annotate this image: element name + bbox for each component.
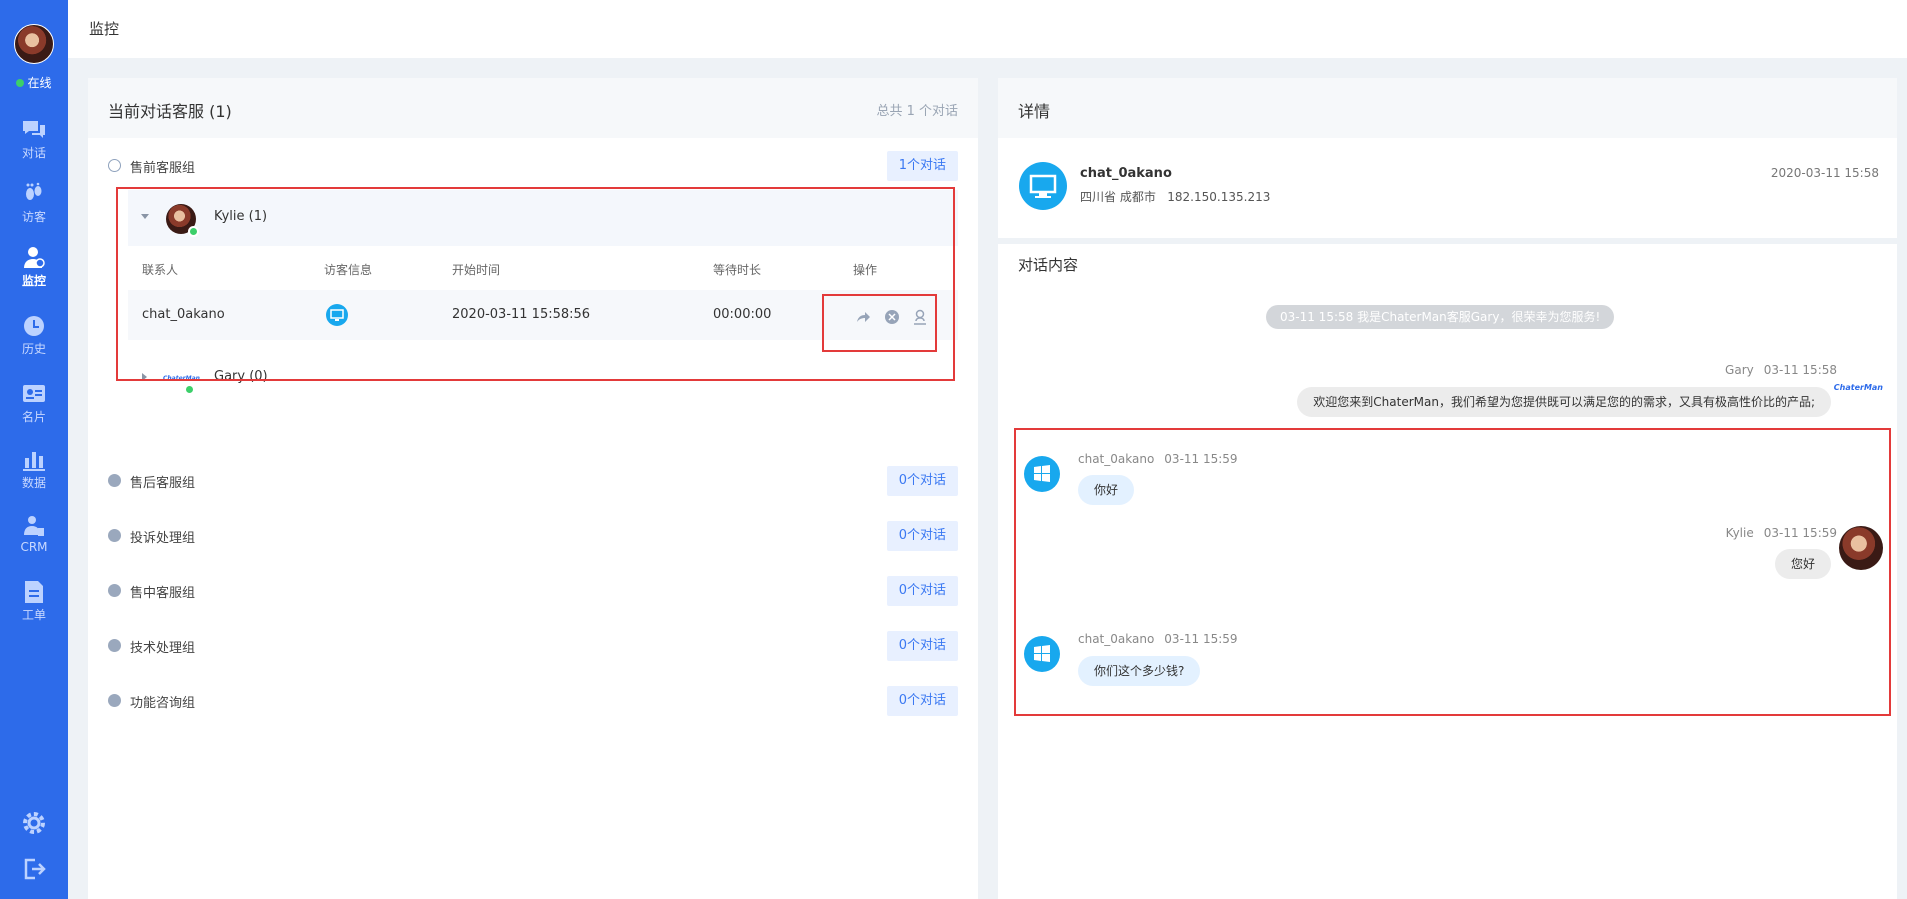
- id-card-icon: [23, 385, 45, 402]
- gear-icon[interactable]: [21, 810, 47, 836]
- visitor-card: chat_0akano 四川省 成都市 182.150.135.213 2020…: [998, 138, 1897, 238]
- logout-icon[interactable]: [21, 856, 47, 882]
- online-dot-icon: [184, 384, 195, 395]
- online-status[interactable]: 在线: [0, 74, 68, 91]
- nav-item-crm[interactable]: CRM: [0, 514, 68, 570]
- message-meta: Kylie 03-11 15:59: [1725, 526, 1837, 540]
- collapse-icon[interactable]: [108, 159, 121, 172]
- expand-icon[interactable]: [108, 639, 121, 652]
- group-row-presales[interactable]: 售前客服组 1个对话: [88, 148, 978, 182]
- detail-panel: 详情 chat_0akano 四川省 成都市 182.150.135.213 2…: [998, 78, 1897, 899]
- agent-block-gary: ChaterMan Gary (0): [128, 350, 958, 406]
- close-circle-icon[interactable]: [884, 309, 900, 325]
- divider: [998, 238, 1897, 244]
- table-row[interactable]: chat_0akano 2020-03-11 15:58:56 00:00:00: [128, 290, 958, 340]
- top-bar: 监控: [68, 0, 1907, 58]
- panel-title: 当前对话客服 (1): [108, 102, 232, 121]
- row-actions: [855, 292, 970, 348]
- message-bubble: 你好: [1078, 475, 1135, 505]
- online-dot-icon: [16, 79, 25, 87]
- nav-item-chat[interactable]: 对话: [0, 118, 68, 174]
- group-row-technical[interactable]: 技术处理组 0个对话: [88, 628, 978, 662]
- nav-item-tickets[interactable]: 工单: [0, 580, 68, 636]
- online-dot-icon: [188, 226, 199, 237]
- monitor-user-icon: [24, 247, 45, 268]
- nav-item-visitors[interactable]: 访客: [0, 182, 68, 238]
- footprint-icon: [26, 182, 42, 200]
- page-title: 监控: [89, 20, 120, 38]
- nav-item-cards[interactable]: 名片: [0, 382, 68, 438]
- desktop-icon: [326, 304, 348, 326]
- agent-monitor-panel: 当前对话客服 (1) 总共 1 个对话 售前客服组 1个对话 Kylie (1)…: [88, 78, 978, 899]
- sidebar: 在线 对话 访客 监控 历史 名片 数据 CRM 工单: [0, 0, 68, 899]
- group-row-insales[interactable]: 售中客服组 0个对话: [88, 573, 978, 607]
- conversation-title: 对话内容: [1018, 256, 1079, 274]
- chaterman-logo: ChaterMan: [163, 372, 200, 386]
- avatar: [1839, 526, 1883, 570]
- message-meta: chat_0akano 03-11 15:59: [1078, 632, 1238, 646]
- bar-chart-icon: [23, 452, 45, 471]
- nav-item-history[interactable]: 历史: [0, 314, 68, 370]
- windows-icon: [1024, 636, 1060, 672]
- group-row-aftersales[interactable]: 售后客服组 0个对话: [88, 463, 978, 497]
- chat-icon: [23, 121, 45, 138]
- panel-header: 详情: [998, 78, 1897, 138]
- expand-icon[interactable]: [108, 474, 121, 487]
- count-badge: 0个对话: [886, 631, 958, 661]
- wait-duration: 00:00:00: [713, 307, 772, 322]
- message-meta: Gary 03-11 15:58: [1725, 363, 1837, 377]
- count-badge: 0个对话: [886, 576, 958, 606]
- message-bubble: 您好: [1774, 549, 1831, 579]
- message-meta: chat_0akano 03-11 15:59: [1078, 452, 1238, 466]
- count-badge: 1个对话: [886, 151, 958, 181]
- expand-icon[interactable]: [108, 584, 121, 597]
- monitor-join-icon[interactable]: [912, 309, 928, 325]
- agent-block-kylie: Kylie (1) 联系人 访客信息 开始时间 等待时长 操作 chat_0ak…: [128, 190, 958, 340]
- system-message: 03-11 15:58 我是ChaterMan客服Gary，很荣幸为您服务!: [1266, 305, 1615, 329]
- contact-name: chat_0akano: [142, 307, 225, 322]
- message-bubble: 欢迎您来到ChaterMan，我们希望为您提供既可以满足您的的需求，又具有极高性…: [1297, 387, 1831, 417]
- count-badge: 0个对话: [886, 466, 958, 496]
- windows-icon: [1024, 456, 1060, 492]
- group-row-features[interactable]: 功能咨询组 0个对话: [88, 683, 978, 717]
- agent-row-kylie[interactable]: Kylie (1): [128, 190, 958, 246]
- count-badge: 0个对话: [886, 686, 958, 716]
- user-avatar[interactable]: [14, 24, 54, 64]
- desktop-icon: [1019, 162, 1067, 210]
- start-time: 2020-03-11 15:58:56: [452, 307, 591, 322]
- caret-right-icon[interactable]: [142, 373, 147, 381]
- panel-title: 详情: [1018, 102, 1051, 121]
- expand-icon[interactable]: [108, 529, 121, 542]
- document-icon: [25, 581, 43, 603]
- crm-icon: [24, 516, 44, 536]
- transfer-icon[interactable]: [855, 309, 871, 325]
- table-header: 联系人 访客信息 开始时间 等待时长 操作: [128, 246, 958, 290]
- conversation-total: 总共 1 个对话: [876, 104, 958, 119]
- panel-header: 当前对话客服 (1) 总共 1 个对话: [88, 78, 978, 138]
- caret-down-icon[interactable]: [141, 214, 149, 219]
- expand-icon[interactable]: [108, 694, 121, 707]
- agent-row-gary[interactable]: ChaterMan Gary (0): [128, 350, 958, 406]
- count-badge: 0个对话: [886, 521, 958, 551]
- visitor-location: 四川省 成都市 182.150.135.213: [1080, 190, 1271, 204]
- nav-item-monitor[interactable]: 监控: [0, 246, 68, 302]
- chaterman-logo: ChaterMan: [1833, 383, 1883, 392]
- visitor-ip: 182.150.135.213: [1167, 190, 1271, 204]
- message-bubble: 你们这个多少钱?: [1078, 656, 1201, 686]
- nav-item-data[interactable]: 数据: [0, 448, 68, 504]
- group-row-complaints[interactable]: 投诉处理组 0个对话: [88, 518, 978, 552]
- visit-time: 2020-03-11 15:58: [1770, 166, 1879, 180]
- clock-icon: [24, 316, 44, 336]
- visitor-name: chat_0akano: [1080, 166, 1172, 181]
